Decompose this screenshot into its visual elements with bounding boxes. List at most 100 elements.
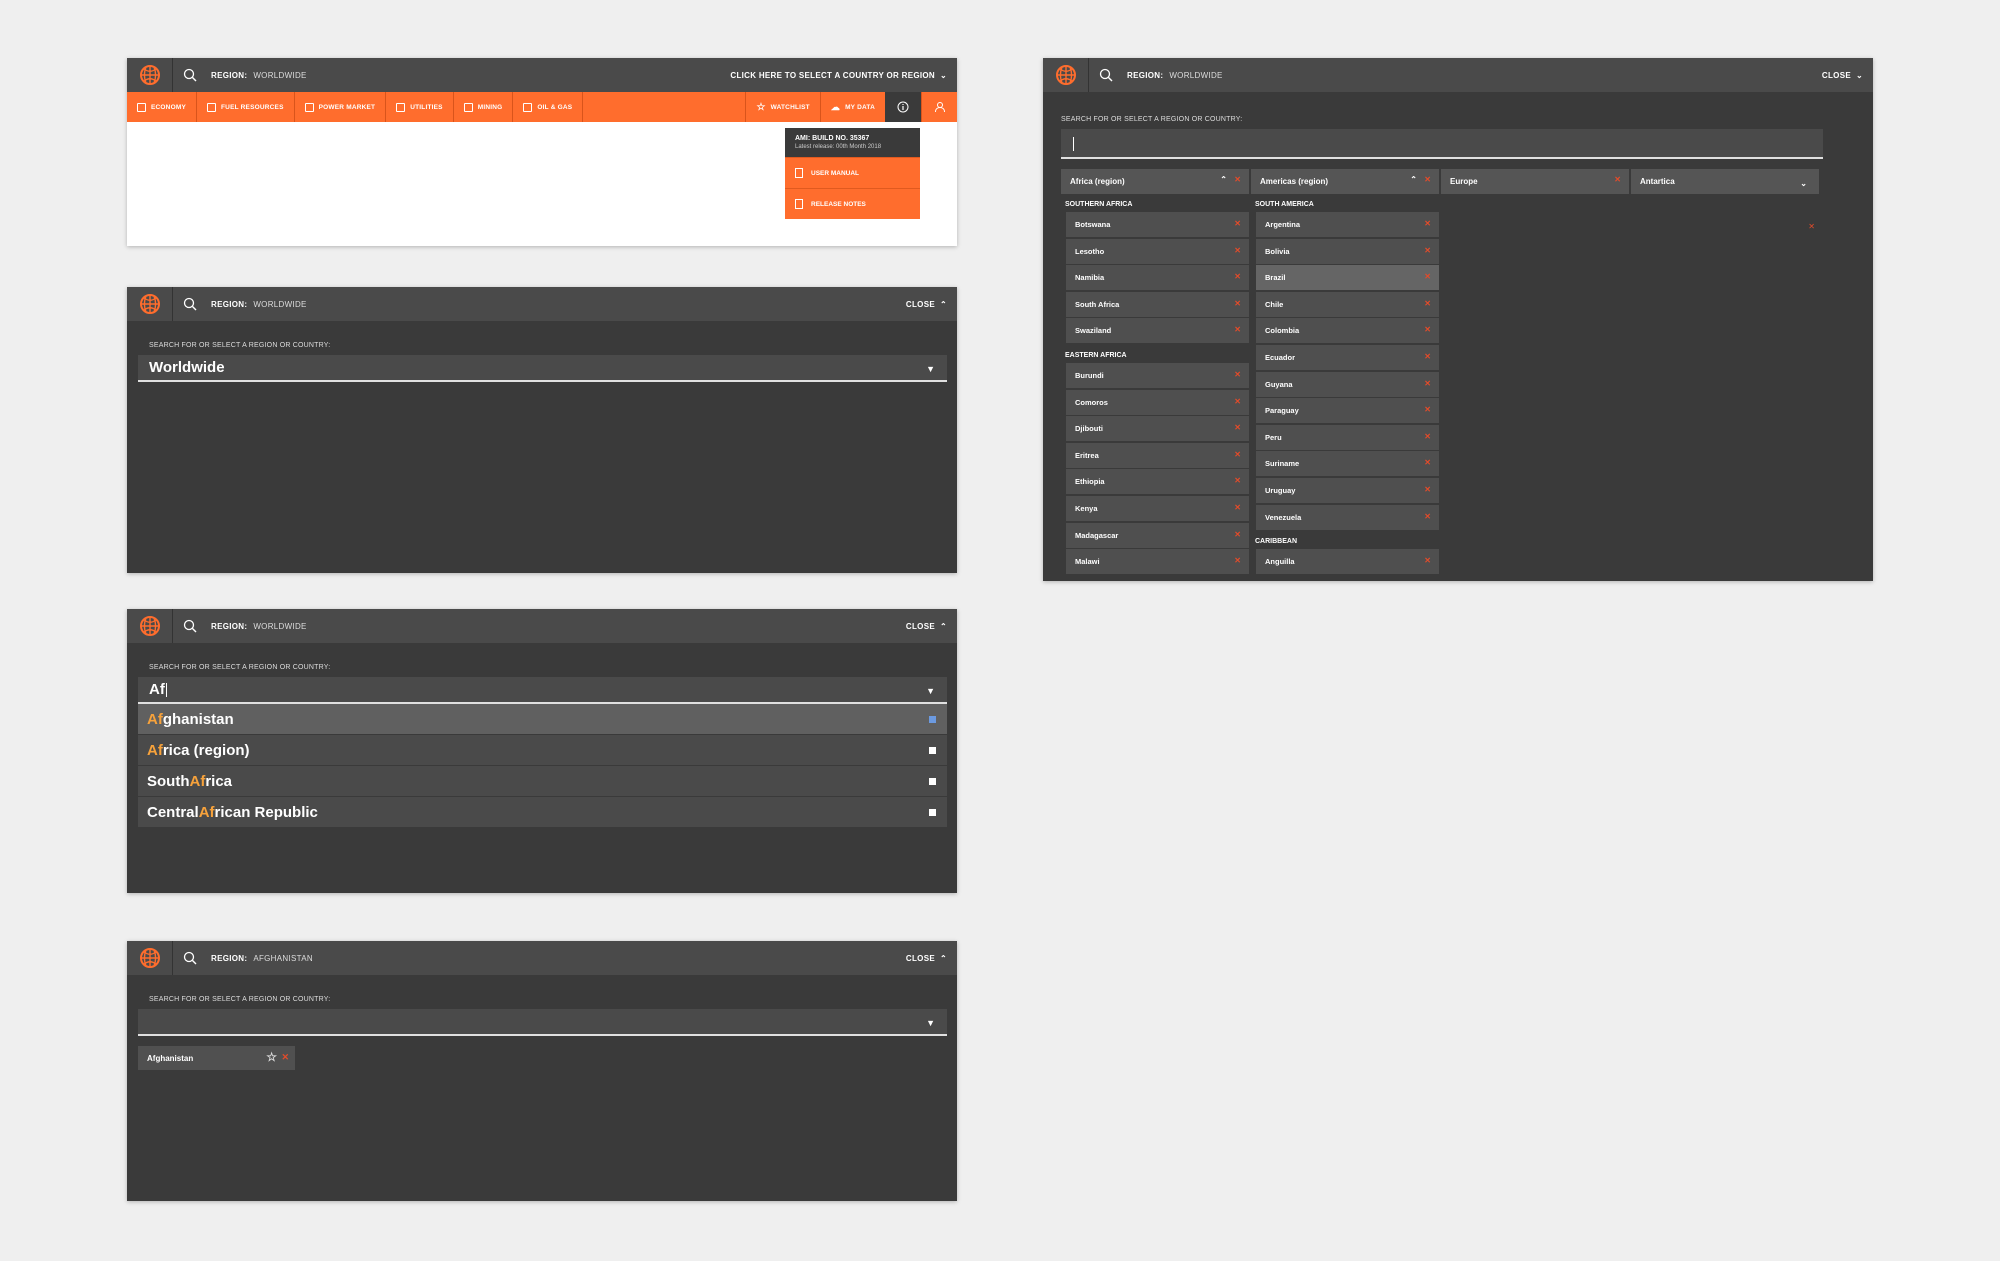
- remove-icon[interactable]: ✕: [1234, 246, 1241, 255]
- remove-icon[interactable]: ✕: [1424, 512, 1431, 521]
- result-item[interactable]: Af ghanistan: [138, 704, 947, 735]
- country-item[interactable]: Comoros ✕: [1066, 389, 1249, 415]
- remove-icon[interactable]: ✕: [1424, 325, 1431, 334]
- region-search-input[interactable]: [1061, 129, 1823, 159]
- release-notes-link[interactable]: RELEASE NOTES: [785, 188, 920, 219]
- country-item[interactable]: Anguilla ✕: [1256, 549, 1439, 575]
- search-icon[interactable]: [173, 287, 207, 321]
- remove-icon[interactable]: ✕: [1808, 222, 1815, 231]
- selected-region-chip[interactable]: Afghanistan ☆ ✕: [138, 1046, 295, 1070]
- remove-icon[interactable]: ✕: [1424, 432, 1431, 441]
- country-item[interactable]: Colombia ✕: [1256, 318, 1439, 344]
- country-item[interactable]: Madagascar ✕: [1066, 522, 1249, 548]
- close-button[interactable]: CLOSE ⌄: [1822, 58, 1863, 92]
- remove-icon[interactable]: ✕: [1614, 175, 1621, 184]
- remove-icon[interactable]: ✕: [1234, 299, 1241, 308]
- info-button[interactable]: [885, 92, 921, 122]
- result-item[interactable]: Af rica (region): [138, 735, 947, 766]
- country-item[interactable]: Namibia ✕: [1066, 265, 1249, 291]
- remove-icon[interactable]: ✕: [1424, 299, 1431, 308]
- country-item[interactable]: Eritrea ✕: [1066, 442, 1249, 468]
- remove-icon[interactable]: ✕: [1234, 476, 1241, 485]
- nav-economy[interactable]: ECONOMY: [127, 92, 197, 122]
- country-item[interactable]: Paraguay ✕: [1256, 398, 1439, 424]
- country-item[interactable]: Venezuela ✕: [1256, 504, 1439, 530]
- nav-my-data[interactable]: ☁ MY DATA: [819, 92, 885, 122]
- globe-logo-icon[interactable]: [127, 287, 173, 321]
- region-header[interactable]: Africa (region) ⌃ ✕: [1061, 169, 1249, 194]
- remove-icon[interactable]: ✕: [1234, 556, 1241, 565]
- nav-oil-gas[interactable]: OIL & GAS: [513, 92, 584, 122]
- user-manual-link[interactable]: USER MANUAL: [785, 157, 920, 188]
- country-item[interactable]: Botswana ✕: [1066, 212, 1249, 237]
- close-button[interactable]: CLOSE ⌃: [906, 941, 947, 975]
- chevron-down-icon[interactable]: ⌄: [1800, 179, 1807, 188]
- remove-icon[interactable]: ✕: [1424, 405, 1431, 414]
- globe-logo-icon[interactable]: [127, 941, 173, 975]
- country-item[interactable]: South Africa ✕: [1066, 291, 1249, 317]
- search-icon[interactable]: [173, 941, 207, 975]
- search-icon[interactable]: [1089, 58, 1123, 92]
- remove-icon[interactable]: ✕: [1234, 397, 1241, 406]
- remove-icon[interactable]: ✕: [1234, 450, 1241, 459]
- chevron-up-icon[interactable]: ⌃: [1410, 175, 1417, 184]
- region-header[interactable]: Europe ✕: [1441, 169, 1629, 194]
- caret-down-icon[interactable]: ▼: [926, 1018, 935, 1028]
- chevron-up-icon[interactable]: ⌃: [1220, 175, 1227, 184]
- remove-icon[interactable]: ✕: [1234, 370, 1241, 379]
- remove-icon[interactable]: ✕: [1424, 246, 1431, 255]
- nav-fuel-resources[interactable]: FUEL RESOURCES: [197, 92, 295, 122]
- checkbox[interactable]: [929, 747, 936, 754]
- globe-logo-icon[interactable]: [127, 58, 173, 92]
- remove-icon[interactable]: ✕: [1424, 556, 1431, 565]
- country-item[interactable]: Ethiopia ✕: [1066, 469, 1249, 495]
- country-item[interactable]: Suriname ✕: [1256, 451, 1439, 477]
- remove-icon[interactable]: ✕: [1424, 485, 1431, 494]
- country-item[interactable]: Ecuador ✕: [1256, 344, 1439, 370]
- result-item[interactable]: Central Af rican Republic: [138, 797, 947, 828]
- close-button[interactable]: CLOSE ⌃: [906, 609, 947, 643]
- checkbox[interactable]: [929, 809, 936, 816]
- globe-logo-icon[interactable]: [127, 609, 173, 643]
- region-search-input[interactable]: ▼: [138, 1009, 947, 1036]
- remove-icon[interactable]: ✕: [1234, 272, 1241, 281]
- country-item[interactable]: Kenya ✕: [1066, 495, 1249, 521]
- select-country-button[interactable]: CLICK HERE TO SELECT A COUNTRY OR REGION…: [730, 58, 947, 92]
- country-item[interactable]: Malawi ✕: [1066, 549, 1249, 575]
- caret-down-icon[interactable]: ▼: [926, 364, 935, 374]
- checkbox[interactable]: [929, 716, 936, 723]
- remove-icon[interactable]: ✕: [1424, 458, 1431, 467]
- nav-watchlist[interactable]: ☆ WATCHLIST: [745, 92, 819, 122]
- remove-icon[interactable]: ✕: [1424, 175, 1431, 184]
- remove-icon[interactable]: ✕: [1234, 423, 1241, 432]
- remove-icon[interactable]: ✕: [1234, 530, 1241, 539]
- user-button[interactable]: [921, 92, 957, 122]
- country-item[interactable]: Lesotho ✕: [1066, 238, 1249, 264]
- nav-power-market[interactable]: POWER MARKET: [295, 92, 387, 122]
- country-item[interactable]: Djibouti ✕: [1066, 416, 1249, 442]
- country-item[interactable]: Bolivia ✕: [1256, 238, 1439, 264]
- remove-icon[interactable]: ✕: [1234, 503, 1241, 512]
- nav-mining[interactable]: MINING: [454, 92, 514, 122]
- remove-icon[interactable]: ✕: [1234, 325, 1241, 334]
- remove-icon[interactable]: ✕: [1424, 352, 1431, 361]
- country-item[interactable]: Uruguay ✕: [1256, 477, 1439, 503]
- remove-icon[interactable]: ✕: [1234, 219, 1241, 228]
- region-search-input[interactable]: Af ▼: [138, 677, 947, 704]
- search-icon[interactable]: [173, 58, 207, 92]
- country-item[interactable]: Argentina ✕: [1256, 212, 1439, 237]
- remove-icon[interactable]: ✕: [281, 1052, 289, 1063]
- close-button[interactable]: CLOSE ⌃: [906, 287, 947, 321]
- remove-icon[interactable]: ✕: [1424, 379, 1431, 388]
- region-header[interactable]: Antartica ⌄: [1631, 169, 1819, 194]
- remove-icon[interactable]: ✕: [1424, 219, 1431, 228]
- globe-logo-icon[interactable]: [1043, 58, 1089, 92]
- remove-icon[interactable]: ✕: [1234, 175, 1241, 184]
- country-item[interactable]: Peru ✕: [1256, 424, 1439, 450]
- search-icon[interactable]: [173, 609, 207, 643]
- region-search-input[interactable]: Worldwide ▼: [138, 355, 947, 382]
- country-item[interactable]: Burundi ✕: [1066, 362, 1249, 388]
- country-item[interactable]: Chile ✕: [1256, 291, 1439, 317]
- region-header[interactable]: Americas (region) ⌃ ✕: [1251, 169, 1439, 194]
- country-item[interactable]: Brazil ✕: [1256, 265, 1439, 291]
